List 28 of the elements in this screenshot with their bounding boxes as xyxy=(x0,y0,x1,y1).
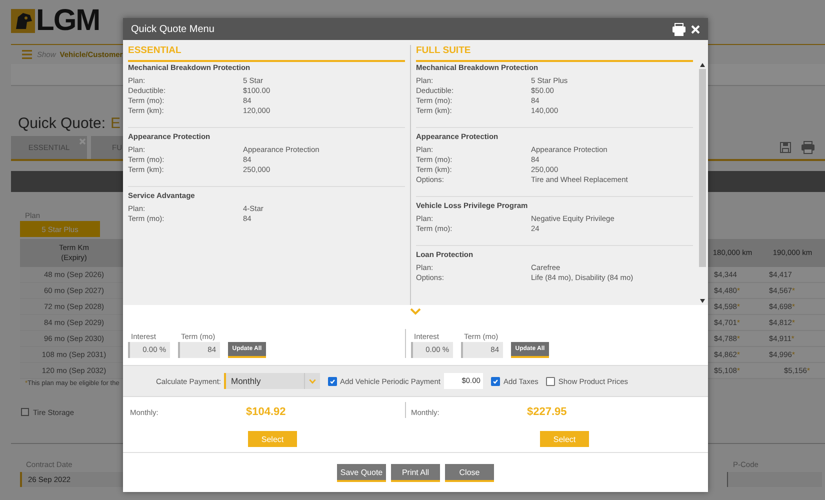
logo-wordmark: LGM xyxy=(36,8,100,34)
logo-mark-icon xyxy=(11,9,35,33)
footer-button[interactable]: Print All xyxy=(391,464,440,482)
chevron-down-icon xyxy=(309,378,316,384)
footer-button[interactable]: Close xyxy=(445,464,494,482)
footer-button[interactable]: Save Quote xyxy=(337,464,386,482)
payment-amount: $227.95 xyxy=(527,406,568,418)
quote-name: E xyxy=(110,114,121,134)
checkbox[interactable] xyxy=(21,408,29,416)
save-icon[interactable] xyxy=(780,142,791,153)
frequency-dropdown[interactable]: Monthly xyxy=(224,373,320,389)
scrollbar[interactable] xyxy=(698,63,706,303)
chevron-down-icon[interactable] xyxy=(410,308,421,315)
checkbox[interactable] xyxy=(546,376,556,386)
dialog-title: Quick Quote Menu xyxy=(131,24,214,34)
checkbox[interactable] xyxy=(328,376,337,386)
scroll-down-icon[interactable] xyxy=(700,299,704,303)
print-icon[interactable] xyxy=(801,141,815,154)
menu-icon[interactable] xyxy=(22,50,32,59)
column-heading: ESSENTIAL xyxy=(128,45,405,62)
page-title: Quick Quote: xyxy=(18,114,106,134)
checkbox[interactable] xyxy=(491,376,500,386)
column-heading: FULL SUITE xyxy=(416,45,693,62)
close-icon[interactable] xyxy=(691,24,700,34)
input-field[interactable] xyxy=(727,472,822,487)
print-icon[interactable] xyxy=(672,22,686,36)
scroll-up-icon[interactable] xyxy=(700,63,704,67)
payment-amount: $104.92 xyxy=(246,406,287,418)
